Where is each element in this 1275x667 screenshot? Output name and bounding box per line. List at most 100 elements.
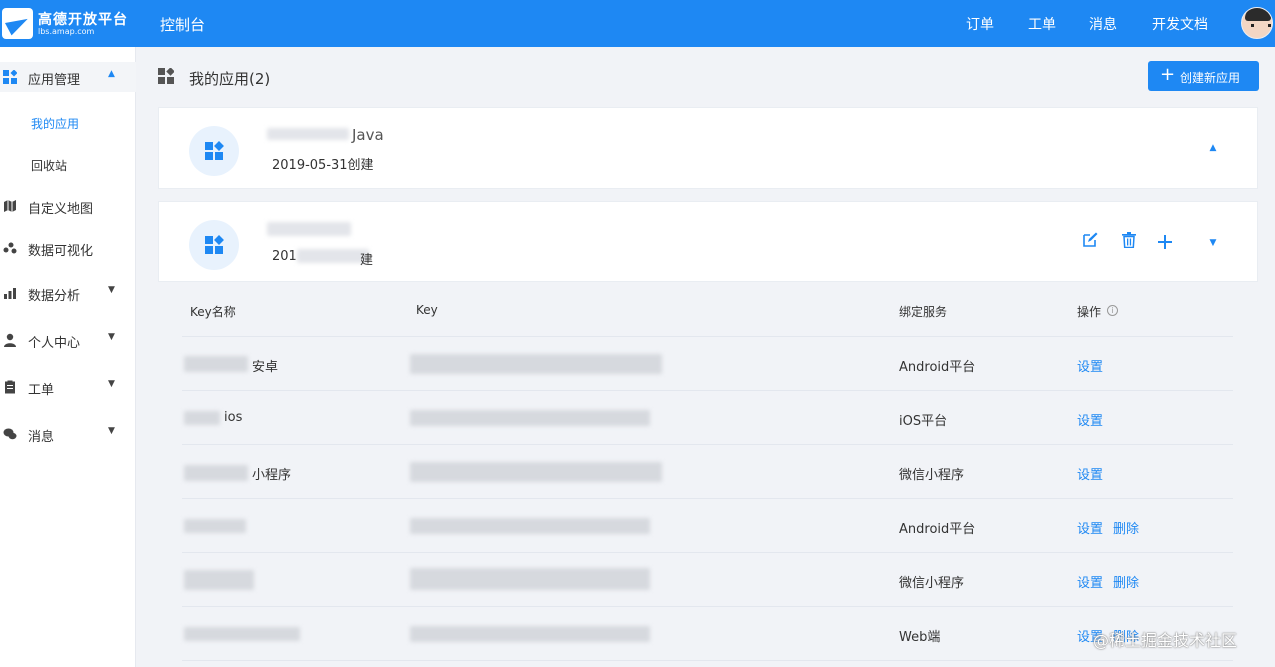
- column-header-key: Key: [416, 303, 438, 317]
- sidebar-item-data-analysis[interactable]: 数据分析 ▼: [0, 278, 136, 308]
- redacted-key-name: [184, 411, 220, 425]
- sidebar-item-messages[interactable]: 消息 ▼: [0, 419, 136, 449]
- top-bar: 高德开放平台 lbs.amap.com 控制台 订单 工单 消息 开发文档: [0, 0, 1275, 47]
- caret-up-icon: ▲: [108, 69, 115, 79]
- sidebar-item-label: 应用管理: [28, 73, 81, 88]
- table-divider: [182, 552, 1233, 553]
- bound-service: 微信小程序: [899, 576, 965, 591]
- redacted-key-value: [410, 518, 650, 534]
- apps-icon: [158, 68, 174, 84]
- sidebar-item-label: 工单: [28, 383, 55, 398]
- table-divider: [182, 444, 1233, 445]
- create-app-button[interactable]: + 创建新应用: [1148, 61, 1259, 91]
- app-name: Java: [352, 126, 384, 144]
- logo-subtitle: lbs.amap.com: [38, 27, 95, 36]
- user-avatar[interactable]: [1241, 7, 1273, 39]
- redacted-key-value: [410, 354, 662, 374]
- bound-service: 微信小程序: [899, 468, 965, 483]
- redacted-key-value: [410, 626, 650, 642]
- key-name: 小程序: [252, 468, 292, 483]
- edit-icon[interactable]: [1080, 232, 1100, 252]
- column-header-service: 绑定服务: [899, 305, 948, 319]
- key-name: ios: [224, 410, 243, 425]
- apps-icon: [205, 235, 224, 254]
- redacted-key-value: [410, 462, 662, 482]
- settings-link[interactable]: 设置: [1077, 356, 1103, 375]
- logo-plane-icon: [2, 8, 33, 39]
- redacted-key-name: [184, 519, 246, 533]
- settings-link[interactable]: 设置: [1077, 518, 1103, 537]
- settings-link[interactable]: 设置: [1077, 410, 1103, 429]
- nav-orders[interactable]: 订单: [966, 14, 994, 34]
- bound-service: Android平台: [899, 360, 976, 375]
- page-title: 我的应用(2): [189, 70, 271, 88]
- bound-service: Web端: [899, 630, 941, 645]
- app-created-date: 2019-05-31创建: [272, 158, 374, 173]
- redacted-key-value: [410, 410, 650, 426]
- table-divider: [182, 660, 1233, 661]
- apps-icon: [3, 70, 17, 84]
- column-header-key-name: Key名称: [190, 305, 236, 319]
- app-icon: [189, 220, 239, 270]
- sidebar-item-recycle-bin[interactable]: 回收站: [0, 149, 136, 179]
- chat-icon: [3, 428, 17, 440]
- app-created-date-prefix: 201: [272, 249, 297, 264]
- caret-down-icon: ▼: [108, 332, 115, 342]
- console-title[interactable]: 控制台: [160, 14, 205, 35]
- logo-title: 高德开放平台: [38, 12, 128, 28]
- sidebar-item-tickets[interactable]: 工单 ▼: [0, 372, 136, 402]
- redacted-app-date: [297, 249, 369, 263]
- logo[interactable]: 高德开放平台 lbs.amap.com: [0, 0, 136, 47]
- app-card: Java 2019-05-31创建 ▲: [158, 107, 1258, 189]
- sidebar-item-personal-center[interactable]: 个人中心 ▼: [0, 325, 136, 355]
- expand-caret-icon[interactable]: ▼: [1203, 233, 1223, 253]
- key-name: 安卓: [252, 360, 279, 375]
- clipboard-icon: [5, 380, 15, 394]
- sidebar-item-label: 自定义地图: [28, 202, 94, 217]
- nav-dev-docs[interactable]: 开发文档: [1152, 14, 1208, 34]
- caret-down-icon: ▼: [108, 285, 115, 295]
- table-divider: [182, 606, 1233, 607]
- app-icon: [189, 126, 239, 176]
- sidebar: 应用管理 ▲ 我的应用 回收站 自定义地图 数据可视化 数据分析 ▼ 个人中心 …: [0, 47, 136, 667]
- dots-icon: [3, 242, 17, 254]
- sidebar-item-app-management[interactable]: 应用管理 ▲: [0, 62, 136, 92]
- delete-link[interactable]: 删除: [1113, 518, 1139, 537]
- app-card: 201 建 ▼: [158, 201, 1258, 282]
- settings-link[interactable]: 设置: [1077, 572, 1103, 591]
- info-icon[interactable]: i: [1107, 305, 1118, 316]
- sidebar-item-custom-map[interactable]: 自定义地图: [0, 191, 136, 221]
- table-divider: [182, 336, 1233, 337]
- nav-messages[interactable]: 消息: [1089, 14, 1117, 34]
- sidebar-item-label: 我的应用: [31, 117, 80, 131]
- map-icon: [4, 200, 16, 212]
- nav-tickets[interactable]: 工单: [1028, 14, 1056, 34]
- redacted-key-name: [184, 627, 300, 641]
- create-app-label: 创建新应用: [1180, 71, 1241, 85]
- redacted-app-name: [267, 222, 351, 236]
- caret-down-icon: ▼: [108, 379, 115, 389]
- redacted-key-name: [184, 570, 254, 590]
- sidebar-item-label: 个人中心: [28, 336, 81, 351]
- app-created-date-suffix: 建: [360, 253, 374, 268]
- caret-down-icon: ▼: [108, 426, 115, 436]
- trash-icon[interactable]: [1119, 232, 1139, 252]
- redacted-app-name: [267, 128, 349, 140]
- bar-chart-icon: [4, 288, 16, 299]
- delete-link[interactable]: 删除: [1113, 572, 1139, 591]
- redacted-key-name: [184, 356, 248, 372]
- sidebar-item-label: 数据分析: [28, 289, 81, 304]
- table-divider: [182, 390, 1233, 391]
- sidebar-item-data-visualization[interactable]: 数据可视化: [0, 233, 136, 263]
- sidebar-item-label: 回收站: [31, 159, 68, 173]
- bound-service: Android平台: [899, 522, 976, 537]
- watermark: @稀土掘金技术社区: [1093, 631, 1238, 650]
- settings-link[interactable]: 设置: [1077, 464, 1103, 483]
- column-header-actions: 操作: [1077, 305, 1102, 319]
- plus-icon: +: [1160, 64, 1176, 85]
- collapse-caret-icon[interactable]: ▲: [1203, 138, 1223, 158]
- add-key-icon[interactable]: [1155, 233, 1175, 253]
- redacted-key-name: [184, 465, 248, 481]
- sidebar-item-my-apps[interactable]: 我的应用: [0, 107, 136, 137]
- bound-service: iOS平台: [899, 414, 948, 429]
